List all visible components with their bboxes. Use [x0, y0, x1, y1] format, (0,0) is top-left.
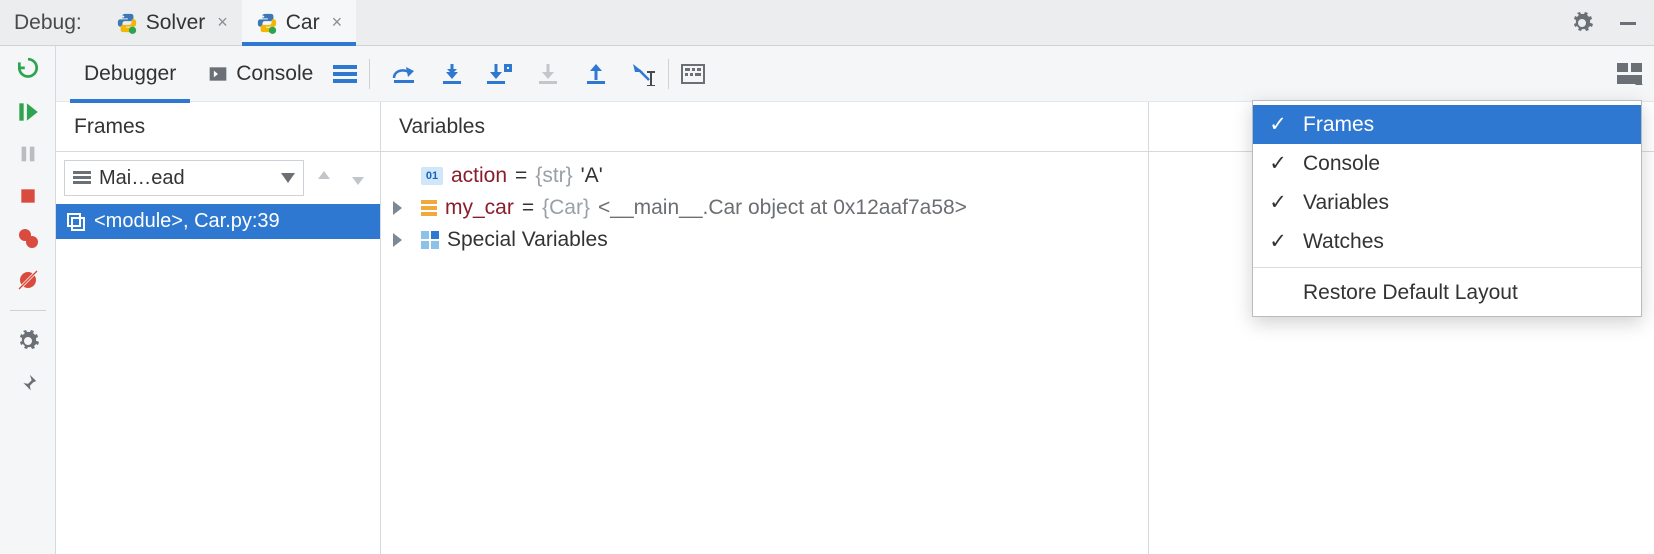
debug-title: Debug:: [0, 0, 102, 45]
console-icon: [208, 64, 228, 84]
step-out-icon[interactable]: [582, 60, 610, 88]
check-icon: ✓: [1267, 112, 1289, 137]
chevron-down-icon: [281, 173, 295, 183]
layout-settings-icon[interactable]: [1616, 60, 1644, 88]
frames-panel-title: Frames: [56, 102, 381, 151]
popup-item-label: Console: [1303, 152, 1380, 176]
check-icon: ✓: [1267, 151, 1289, 176]
popup-item-frames[interactable]: ✓ Frames: [1253, 105, 1641, 144]
tab-car[interactable]: Car ×: [242, 0, 356, 45]
frame-row[interactable]: <module>, Car.py:39: [56, 204, 380, 239]
variable-name: action: [451, 164, 507, 188]
step-into-my-code-icon[interactable]: [486, 60, 514, 88]
frame-row-label: <module>, Car.py:39: [94, 210, 280, 233]
variable-name: my_car: [445, 196, 514, 220]
variable-value: <__main__.Car object at 0x12aaf7a58>: [598, 196, 967, 220]
popup-item-label: Variables: [1303, 191, 1389, 215]
variable-type: {Car}: [542, 196, 590, 220]
thread-dropdown-label: Mai…ead: [99, 167, 273, 190]
pause-icon[interactable]: [14, 140, 42, 168]
tab-solver-label: Solver: [146, 11, 206, 35]
top-bar: Debug: Solver × Car ×: [0, 0, 1654, 46]
gear-icon[interactable]: [1568, 9, 1596, 37]
popup-item-restore-layout[interactable]: Restore Default Layout: [1253, 274, 1641, 312]
breakpoints-icon[interactable]: [14, 224, 42, 252]
special-vars-icon: [421, 231, 439, 249]
equals-sign: =: [515, 164, 527, 188]
close-icon[interactable]: ×: [213, 10, 232, 35]
settings-gear-icon[interactable]: [14, 327, 42, 355]
popup-item-label: Watches: [1303, 230, 1384, 254]
expand-chevron-icon[interactable]: [391, 201, 413, 215]
popup-item-label: Frames: [1303, 113, 1374, 137]
variables-panel: 01 action = {str} 'A' my_car = {Car} <__…: [381, 152, 1149, 554]
thread-lines-icon: [73, 170, 91, 186]
close-icon[interactable]: ×: [328, 10, 347, 35]
tab-debugger[interactable]: Debugger: [70, 46, 190, 102]
evaluate-expression-icon[interactable]: [679, 60, 707, 88]
popup-item-watches[interactable]: ✓ Watches: [1253, 222, 1641, 261]
value-badge-icon: 01: [421, 167, 443, 185]
debugger-toolbar: Debugger Console: [56, 46, 1654, 102]
object-icon: [421, 200, 437, 216]
frame-icon: [66, 212, 86, 232]
layout-popup-menu: ✓ Frames ✓ Console ✓ Variables ✓ Watches…: [1252, 100, 1642, 317]
python-file-icon: [256, 12, 278, 34]
menu-separator: [1253, 267, 1641, 268]
step-over-icon[interactable]: [390, 60, 418, 88]
frames-panel: Mai…ead <module>, Car.py:39: [56, 152, 381, 554]
mute-breakpoints-icon[interactable]: [14, 266, 42, 294]
stop-icon[interactable]: [14, 182, 42, 210]
variable-label: Special Variables: [447, 228, 608, 252]
tab-console-label: Console: [236, 62, 313, 86]
popup-item-console[interactable]: ✓ Console: [1253, 144, 1641, 183]
tab-console[interactable]: Console: [190, 46, 331, 102]
python-file-icon: [116, 12, 138, 34]
variable-row[interactable]: Special Variables: [387, 224, 1142, 256]
variable-row[interactable]: 01 action = {str} 'A': [387, 160, 1142, 192]
pin-icon[interactable]: [14, 369, 42, 397]
prev-frame-icon[interactable]: [310, 164, 338, 192]
popup-item-label: Restore Default Layout: [1303, 281, 1518, 305]
expand-chevron-icon[interactable]: [391, 233, 413, 247]
variable-value: 'A': [581, 164, 603, 188]
check-icon: ✓: [1267, 229, 1289, 254]
equals-sign: =: [522, 196, 534, 220]
tab-solver[interactable]: Solver ×: [102, 0, 242, 45]
check-icon: ✓: [1267, 190, 1289, 215]
minimize-icon[interactable]: [1614, 9, 1642, 37]
resume-icon[interactable]: [14, 98, 42, 126]
next-frame-icon[interactable]: [344, 164, 372, 192]
variable-type: {str}: [535, 164, 572, 188]
step-into-icon[interactable]: [438, 60, 466, 88]
force-step-into-icon[interactable]: [534, 60, 562, 88]
run-to-cursor-icon[interactable]: [630, 60, 658, 88]
popup-item-variables[interactable]: ✓ Variables: [1253, 183, 1641, 222]
tab-car-label: Car: [286, 11, 320, 35]
rerun-icon[interactable]: [14, 56, 42, 84]
threads-icon[interactable]: [331, 60, 359, 88]
debug-control-gutter: [0, 46, 56, 554]
variables-panel-title: Variables: [381, 102, 1149, 151]
thread-dropdown[interactable]: Mai…ead: [64, 160, 304, 196]
variable-row[interactable]: my_car = {Car} <__main__.Car object at 0…: [387, 192, 1142, 224]
